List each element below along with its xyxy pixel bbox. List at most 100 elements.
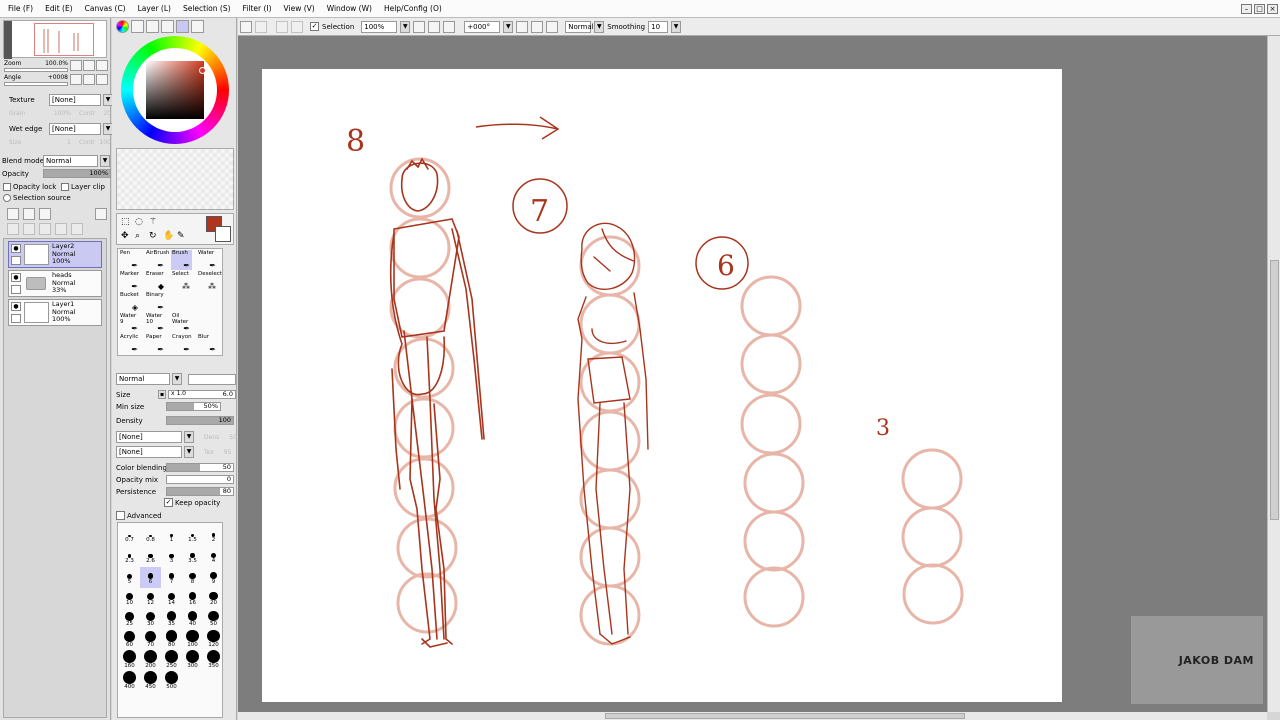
pen-lock-icon[interactable] xyxy=(11,314,21,323)
angle-select[interactable]: +000° xyxy=(464,20,501,33)
advanced-checkbox[interactable] xyxy=(116,511,125,520)
tool-bucket[interactable]: Bucket ◈ xyxy=(119,292,140,312)
tool-marker[interactable]: Marker ✒ xyxy=(119,271,140,291)
brush-size-option[interactable]: 70 xyxy=(140,630,161,651)
canvas-area[interactable]: 8 7 6 3 xyxy=(238,36,1267,712)
menu-canvas[interactable]: Canvas (C) xyxy=(85,4,126,13)
min-size-slider[interactable]: 50% xyxy=(166,402,221,411)
zoom-select[interactable]: 100% xyxy=(361,20,398,33)
brush-size-option[interactable]: 50 xyxy=(203,609,224,630)
layer-clip-checkbox[interactable] xyxy=(61,183,69,191)
brush-shape-round-icon[interactable] xyxy=(188,373,236,385)
menu-selection[interactable]: Selection (S) xyxy=(183,4,231,13)
zoom-out-button[interactable] xyxy=(413,20,426,33)
chevron-down-icon[interactable]: ▼ xyxy=(594,20,605,33)
brush-size-option[interactable]: 200 xyxy=(140,650,161,672)
scratchpad-icon[interactable] xyxy=(191,20,204,33)
drawing-canvas[interactable]: 8 7 6 3 xyxy=(262,69,1062,702)
brush-shape-select[interactable]: [None] xyxy=(116,431,182,443)
menu-layer[interactable]: Layer (L) xyxy=(138,4,171,13)
rotate-icon[interactable]: ↻ xyxy=(149,231,157,241)
tool-brush[interactable]: Brush ✒ xyxy=(171,250,192,270)
view-mode-select[interactable]: Normal xyxy=(565,20,594,33)
transfer-down-icon[interactable] xyxy=(23,223,35,235)
keep-opacity-checkbox[interactable]: ✓ xyxy=(164,498,173,507)
brush-texture-select[interactable]: [None] xyxy=(116,446,182,458)
tool-water-9[interactable]: Water 9 ✒ xyxy=(119,313,140,333)
copy-layer-icon[interactable] xyxy=(7,223,19,235)
zoom-slider[interactable] xyxy=(4,68,68,72)
brush-size-option[interactable]: 3.5 xyxy=(182,546,203,567)
rotate-reset-button[interactable] xyxy=(96,74,108,85)
brush-size-option[interactable]: 14 xyxy=(161,588,182,609)
menu-file[interactable]: File (F) xyxy=(8,4,33,13)
delete-layer-icon[interactable] xyxy=(71,223,83,235)
brush-size-option[interactable]: 450 xyxy=(140,671,161,693)
rotate-right-button[interactable] xyxy=(531,20,544,33)
merge-down-icon[interactable] xyxy=(39,223,51,235)
color-blending-slider[interactable]: 50 xyxy=(166,463,234,472)
tool-eraser[interactable]: Eraser ◆ xyxy=(145,271,166,291)
magic-wand-icon[interactable]: ⚚ xyxy=(149,217,157,227)
tool-binary[interactable]: Binary ✒ xyxy=(145,292,166,312)
menu-filter[interactable]: Filter (I) xyxy=(243,4,272,13)
tool-acrylic[interactable]: Acrylic ✒ xyxy=(119,334,140,354)
brush-size-option[interactable]: 2 xyxy=(203,525,224,546)
chevron-down-icon[interactable]: ▼ xyxy=(400,20,411,33)
smoothing-select[interactable]: 10 xyxy=(648,20,669,33)
chevron-down-icon[interactable]: ▼ xyxy=(184,446,194,458)
opacity-slider[interactable]: 100% xyxy=(43,169,111,178)
opacity-mix-slider[interactable]: 0 xyxy=(166,475,234,484)
invert-selection-icon[interactable] xyxy=(255,20,267,33)
zoom-out-button[interactable] xyxy=(70,60,82,71)
color-wheel-icon[interactable] xyxy=(116,20,129,33)
pen-lock-icon[interactable] xyxy=(11,285,21,294)
density-slider[interactable]: 100 xyxy=(166,416,234,425)
new-vector-layer-icon[interactable] xyxy=(23,208,35,220)
secondary-color-swatch[interactable] xyxy=(215,226,231,242)
tool-blur[interactable]: Blur ✒ xyxy=(197,334,218,354)
zoom-in-button[interactable] xyxy=(428,20,441,33)
color-wheel[interactable] xyxy=(121,36,229,144)
brush-size-option[interactable]: 6 xyxy=(140,567,161,588)
chevron-down-icon[interactable]: ▼ xyxy=(503,20,514,33)
zoom-in-button[interactable] xyxy=(83,60,95,71)
brush-size-option[interactable]: 120 xyxy=(203,629,224,651)
brush-size-option[interactable]: 30 xyxy=(140,609,161,630)
swatches-icon[interactable] xyxy=(161,20,174,33)
layer-item[interactable]: ● Layer1 Normal 100% xyxy=(8,299,102,326)
tool-water[interactable]: Water ✒ xyxy=(197,250,218,270)
layer-item[interactable]: ● heads Normal 33% xyxy=(8,270,102,297)
tool-water-10[interactable]: Water 10 ✒ xyxy=(145,313,166,333)
brush-size-option[interactable]: 160 xyxy=(119,650,140,672)
angle-slider[interactable] xyxy=(4,82,68,86)
brush-size-option[interactable]: 3 xyxy=(161,546,182,567)
brush-size-option[interactable]: 500 xyxy=(161,671,182,693)
move-icon[interactable]: ✥ xyxy=(121,231,129,241)
chevron-down-icon[interactable]: ▼ xyxy=(671,20,682,33)
minimize-icon[interactable]: – xyxy=(1241,4,1252,14)
brush-size-option[interactable]: 80 xyxy=(161,630,182,651)
maximize-icon[interactable]: □ xyxy=(1254,4,1265,14)
lasso-icon[interactable]: ◌ xyxy=(135,217,143,227)
clear-layer-icon[interactable] xyxy=(55,223,67,235)
brush-size-option[interactable]: 250 xyxy=(161,650,182,672)
persistence-slider[interactable]: 80 xyxy=(166,487,234,496)
new-layer-icon[interactable] xyxy=(7,208,19,220)
rotate-right-button[interactable] xyxy=(83,74,95,85)
hsv-sliders-icon[interactable] xyxy=(146,20,159,33)
saturation-value-square[interactable] xyxy=(146,61,204,119)
selection-checkbox[interactable]: ✓ xyxy=(310,22,319,31)
brush-size-option[interactable]: 300 xyxy=(182,650,203,672)
opacity-lock-checkbox[interactable] xyxy=(3,183,11,191)
brush-size-option[interactable]: 100 xyxy=(182,629,203,651)
brush-size-option[interactable]: 20 xyxy=(203,588,224,609)
mixer-icon[interactable] xyxy=(176,20,189,33)
brush-size-option[interactable]: 0.7 xyxy=(119,525,140,546)
brush-size-option[interactable]: 2.3 xyxy=(119,546,140,567)
tool-airbrush[interactable]: AirBrush ✒ xyxy=(145,250,169,270)
rotate-left-button[interactable] xyxy=(516,20,529,33)
brush-size-option[interactable]: 1 xyxy=(161,525,182,546)
brush-size-option[interactable]: 60 xyxy=(119,630,140,651)
brush-size-option[interactable]: 25 xyxy=(119,609,140,630)
